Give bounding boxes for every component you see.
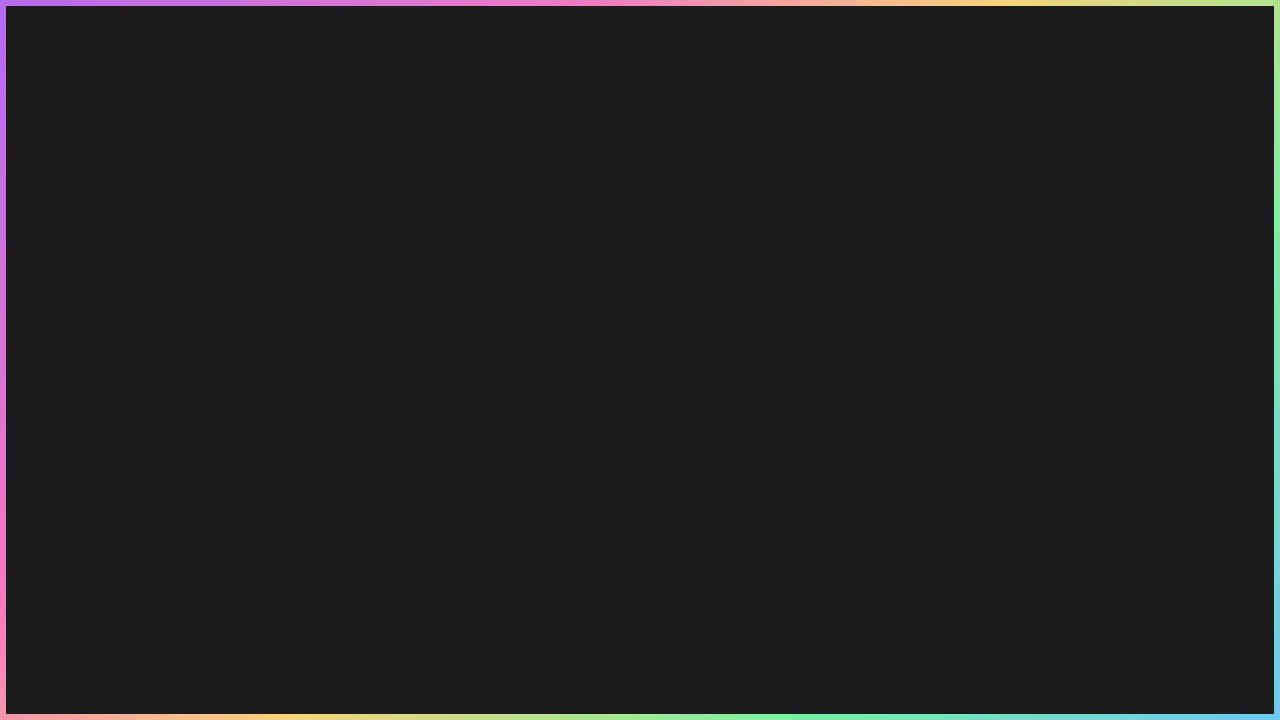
kick-badge-icon: K [941, 296, 951, 311]
streamer-webcam-image [949, 25, 1263, 255]
video-player[interactable]: POLICE NO: Science and society do not or… [20, 107, 932, 613]
kick-badge-icon: K [941, 552, 951, 567]
pix-amount: R$ 10,00 [530, 699, 583, 714]
kick-badge-icon: K [941, 400, 951, 415]
chat-message: K Alex_Panassolo : black fatigue: the con… [941, 292, 1271, 337]
sub-badge-icon: ⋯ [955, 375, 967, 387]
chat-message: Knicomaquea : valeu [941, 521, 1271, 544]
webcam-feed [949, 25, 1263, 255]
chat-message: K ⋯ LFM2002 : vamos chegar as 6h dessa vez… [941, 368, 1271, 392]
chat-message: K Lady_Gooo : aqui é Sarsicha [941, 652, 1271, 675]
chat-username[interactable]: Alex_Panassolo [955, 295, 1062, 311]
chat-message-text: : valeu [1040, 524, 1086, 540]
chat-username[interactable]: ben10_omnimano [955, 470, 1074, 486]
chat-message: K Lady_Gooo : Vina não é dos guri? [941, 576, 1271, 599]
pix-donor-name: Ryit [373, 674, 396, 690]
chat-message-text: : Danke schön [1025, 344, 1122, 360]
pix-entry: Ryit R$ 10,00 [373, 671, 583, 696]
chat-username[interactable]: jero_play [955, 497, 1016, 513]
chat-message-text: : vamos chegar as 6h dessa vez? [1035, 371, 1257, 387]
chat-username[interactable]: nicomaquea [955, 524, 1037, 540]
video-subtitle: organizações que impedem qualquer pesqui… [144, 500, 529, 558]
chat-message: K XimiraXel0 : Pardo disse que estamos em… [941, 603, 1271, 648]
chat-message-text: : Vina não é dos guri? [1036, 579, 1183, 595]
chat-username[interactable]: Japonil [955, 399, 1004, 415]
kick-badge-icon: K [941, 372, 951, 387]
chat-username[interactable]: Lady_Gooo [955, 655, 1032, 671]
subtitle-line-2: pesquisa sobre raça e QI. [150, 530, 404, 554]
chat-message: Kjero_play : ah ss entendi agr [941, 494, 1271, 517]
chat-message-text: : Vina ou salsicha, Pardo? [1078, 470, 1253, 486]
pix-title: Ultimos Pix [417, 624, 526, 644]
webcam-frame [944, 20, 1268, 260]
chat-message-text: : aqui é Sarsicha [1036, 655, 1148, 671]
subtitle-line-1: organizações que impedem qualquer [150, 503, 523, 527]
chat-username[interactable]: Irrita1 [955, 682, 994, 698]
chat-username[interactable]: MattVeers [955, 344, 1021, 360]
chat-message-list: K Alex_Panassolo : black fatigue: the con… [941, 292, 1271, 720]
mascot-left-icon [14, 634, 94, 708]
video-frame: POLICE NO: Science and society do not or… [14, 101, 938, 619]
kick-badge-icon: K [941, 656, 951, 671]
pix-donor-name: Ryit [373, 650, 396, 665]
kick-badge-icon: K [941, 683, 951, 698]
kick-badge-icon: K [941, 345, 951, 360]
chat-username[interactable]: XimiraXel0 [955, 606, 1027, 622]
chat-username[interactable]: LFM2002 [971, 551, 1031, 567]
pix-amount: R$ 10,00 [530, 650, 583, 665]
chat-message: K MattVeers : Danke schön [941, 341, 1271, 364]
chat-message: K Irrita1 : o vídeo do santo Eliot vai fi… [941, 679, 1271, 720]
svg-text:POLICE: POLICE [371, 308, 410, 321]
chat-message: K ⋯ LFM2002 : 336 PESSOAS 4:23 [941, 548, 1271, 572]
pix-entry: Ryit R$ 10,00 [373, 646, 583, 671]
chat-message: Kben10_omnimano : Vina ou salsicha, Pard… [941, 467, 1271, 490]
pix-entry: Alex Panassolo R$ 10,00 [373, 695, 583, 720]
chat-username[interactable]: Lady_Gooo [955, 579, 1032, 595]
pix-list: Ryit R$ 10,00 Ryit R$ 10,00 Alex Panassolo R$… [373, 646, 583, 720]
kick-badge-icon: K [941, 580, 951, 595]
video-progress-bar[interactable] [20, 568, 932, 570]
pepe-frog-icon [874, 632, 926, 710]
chat-username[interactable]: LFM2002 [971, 371, 1031, 387]
kick-badge-icon: K [941, 525, 951, 540]
seek-handle-right[interactable] [924, 583, 932, 597]
pix-amount: R$ 10,00 [530, 674, 583, 690]
chat-message-text: : 336 PESSOAS 4:23 [1035, 551, 1171, 567]
pix-donor-name: Alex Panassolo [373, 699, 463, 714]
chat-message-text: : ah ss entendi agr [1020, 497, 1145, 513]
kick-badge-icon: K [941, 471, 951, 486]
chat-message: K Japonil : No litoral do paraná o sotaqu… [941, 396, 1271, 463]
kick-badge-icon: K [941, 498, 951, 513]
sub-badge-icon: ⋯ [955, 555, 967, 567]
kick-badge-icon: K [941, 607, 951, 622]
